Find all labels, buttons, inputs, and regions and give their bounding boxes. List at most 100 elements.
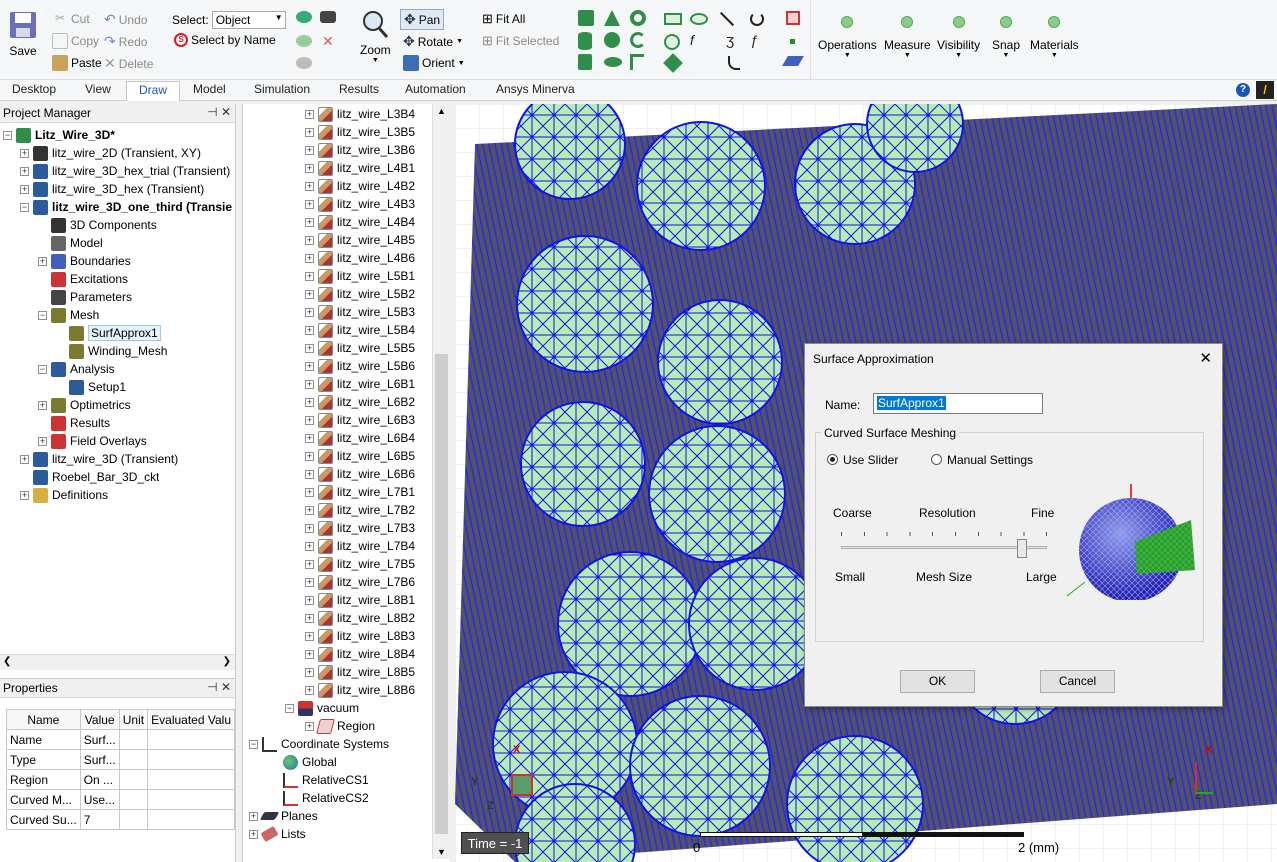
undo-button[interactable]: ↶ Undo [104, 11, 147, 28]
tree-item[interactable]: Roebel_Bar_3D_ckt [20, 468, 159, 486]
eye-box-icon[interactable] [320, 11, 336, 23]
tree-item-wire[interactable]: + litz_wire_L5B5 [305, 339, 415, 357]
tree-item-wire[interactable]: + litz_wire_L5B4 [305, 321, 415, 339]
tree-item[interactable]: Model [38, 234, 103, 252]
arc-icon[interactable] [750, 12, 764, 26]
expand-icon[interactable]: + [305, 631, 314, 641]
expand-icon[interactable]: + [305, 559, 314, 569]
expand-icon[interactable]: + [305, 289, 314, 299]
tree-item[interactable]: Results [38, 414, 110, 432]
tree-item-wire[interactable]: + litz_wire_L7B4 [305, 537, 415, 555]
tree-item-wire[interactable]: + litz_wire_L6B6 [305, 465, 415, 483]
expand-icon[interactable]: + [305, 379, 314, 389]
tree-item-wire[interactable]: + litz_wire_L8B3 [305, 627, 415, 645]
tree-item-wire[interactable]: + litz_wire_L6B1 [305, 375, 415, 393]
operations-button[interactable]: Operations ▼ [818, 16, 877, 59]
expand-icon[interactable]: + [305, 181, 314, 191]
save-button[interactable]: Save [8, 10, 38, 58]
scroll-up-icon[interactable]: ▲ [437, 106, 446, 116]
tab-automation[interactable]: Automation [405, 82, 466, 96]
expand-icon[interactable]: + [305, 451, 314, 461]
torus-icon[interactable] [630, 10, 646, 26]
tree-item-wire[interactable]: + litz_wire_L5B2 [305, 285, 415, 303]
cancel-button[interactable]: Cancel [1040, 670, 1115, 693]
tree-item[interactable]: + litz_wire_3D_hex (Transient) [20, 180, 204, 198]
manual-settings-radio[interactable]: Manual Settings [931, 453, 1033, 467]
tree-item[interactable]: + litz_wire_2D (Transient, XY) [20, 144, 201, 162]
table-row[interactable]: Curved Su... 7 [6, 809, 235, 830]
expand-icon[interactable]: + [38, 256, 47, 266]
ellipse-icon[interactable] [690, 13, 708, 25]
tree-item-wire[interactable]: + litz_wire_L7B6 [305, 573, 415, 591]
point-icon[interactable] [790, 39, 795, 44]
horizontal-scrollbar[interactable]: ❮ ❯ [0, 654, 235, 670]
collapse-icon[interactable]: − [249, 739, 258, 749]
tree-item-wire[interactable]: + litz_wire_L3B6 [305, 141, 415, 159]
tree-item[interactable]: + litz_wire_3D_hex_trial (Transient) [20, 162, 230, 180]
tree-item[interactable]: Winding_Mesh [56, 342, 167, 360]
tree-item[interactable]: + litz_wire_3D (Transient) [20, 450, 178, 468]
expand-icon[interactable]: + [20, 148, 29, 158]
expand-icon[interactable]: + [305, 685, 314, 695]
tree-item-wire[interactable]: + litz_wire_L7B3 [305, 519, 415, 537]
tree-item-wire[interactable]: + litz_wire_L4B3 [305, 195, 415, 213]
expand-icon[interactable]: + [305, 235, 314, 245]
center-arc-icon[interactable] [728, 56, 740, 70]
expand-icon[interactable]: + [305, 199, 314, 209]
tree-item-planes[interactable]: + Planes [249, 807, 318, 825]
tab-model[interactable]: Model [193, 82, 226, 96]
expand-icon[interactable]: + [305, 487, 314, 497]
circle-icon[interactable] [664, 34, 680, 50]
tab-results[interactable]: Results [339, 82, 379, 96]
expand-icon[interactable]: + [20, 490, 29, 500]
tree-item-wire[interactable]: + litz_wire_L5B1 [305, 267, 415, 285]
tree-item[interactable]: − litz_wire_3D_one_third (Transie [20, 198, 232, 216]
resolution-slider[interactable] [841, 530, 1047, 558]
equation-surface-icon[interactable]: f [690, 32, 694, 48]
use-slider-radio[interactable]: Use Slider [827, 453, 898, 467]
tree-item-wire[interactable]: + litz_wire_L6B3 [305, 411, 415, 429]
bondwire-icon[interactable] [630, 54, 644, 70]
tree-item-wire[interactable]: + litz_wire_L3B4 [305, 105, 415, 123]
box-icon[interactable] [578, 10, 594, 26]
tree-item-relativecs1[interactable]: RelativeCS1 [283, 771, 369, 789]
pin-icon[interactable]: ⊣ ✕ [207, 680, 231, 694]
tab-view[interactable]: View [85, 82, 111, 96]
tree-item-wire[interactable]: + litz_wire_L4B2 [305, 177, 415, 195]
eye-hide-icon[interactable] [296, 35, 312, 47]
fit-selected-button[interactable]: ⊞ Fit Selected [482, 33, 559, 49]
tree-item-wire[interactable]: + litz_wire_L8B2 [305, 609, 415, 627]
tree-item[interactable]: − Mesh [38, 306, 99, 324]
redo-button[interactable]: ↷ Redo [104, 33, 147, 50]
select-dropdown[interactable]: Object ▼ [211, 11, 286, 29]
delete-button[interactable]: ✕ Delete [104, 55, 153, 72]
expand-icon[interactable]: + [305, 217, 314, 227]
expand-icon[interactable]: + [305, 307, 314, 317]
measure-button[interactable]: Measure ▼ [884, 16, 931, 59]
tree-item-wire[interactable]: + litz_wire_L3B5 [305, 123, 415, 141]
tree-item[interactable]: − Litz_Wire_3D* [3, 126, 115, 144]
tree-item-wire[interactable]: + litz_wire_L6B2 [305, 393, 415, 411]
tree-item[interactable]: + Optimetrics [38, 396, 131, 414]
table-row[interactable]: Name Surf... [6, 729, 235, 750]
expand-icon[interactable]: + [305, 595, 314, 605]
table-row[interactable]: Type Surf... [6, 749, 235, 770]
expand-icon[interactable]: + [20, 166, 29, 176]
expand-icon[interactable]: + [305, 163, 314, 173]
expand-icon[interactable]: + [305, 433, 314, 443]
expand-icon[interactable]: + [305, 325, 314, 335]
ellipse-solid-icon[interactable] [604, 57, 622, 67]
tree-item-wire[interactable]: + litz_wire_L8B5 [305, 663, 415, 681]
expand-icon[interactable]: + [305, 145, 314, 155]
expand-icon[interactable]: + [305, 397, 314, 407]
tree-item-wire[interactable]: + litz_wire_L5B6 [305, 357, 415, 375]
fit-all-button[interactable]: ⊞ Fit All [482, 11, 525, 27]
expand-icon[interactable]: + [305, 253, 314, 263]
tree-item-coordinate-systems[interactable]: − Coordinate Systems [249, 735, 389, 753]
expand-icon[interactable]: + [305, 469, 314, 479]
tree-item-wire[interactable]: + litz_wire_L4B1 [305, 159, 415, 177]
table-row[interactable]: Curved M... Use... [6, 789, 235, 810]
paste-button[interactable]: Paste [52, 55, 102, 71]
scroll-left-icon[interactable]: ❮ [3, 656, 11, 667]
table-row[interactable]: Region On ... [6, 769, 235, 790]
